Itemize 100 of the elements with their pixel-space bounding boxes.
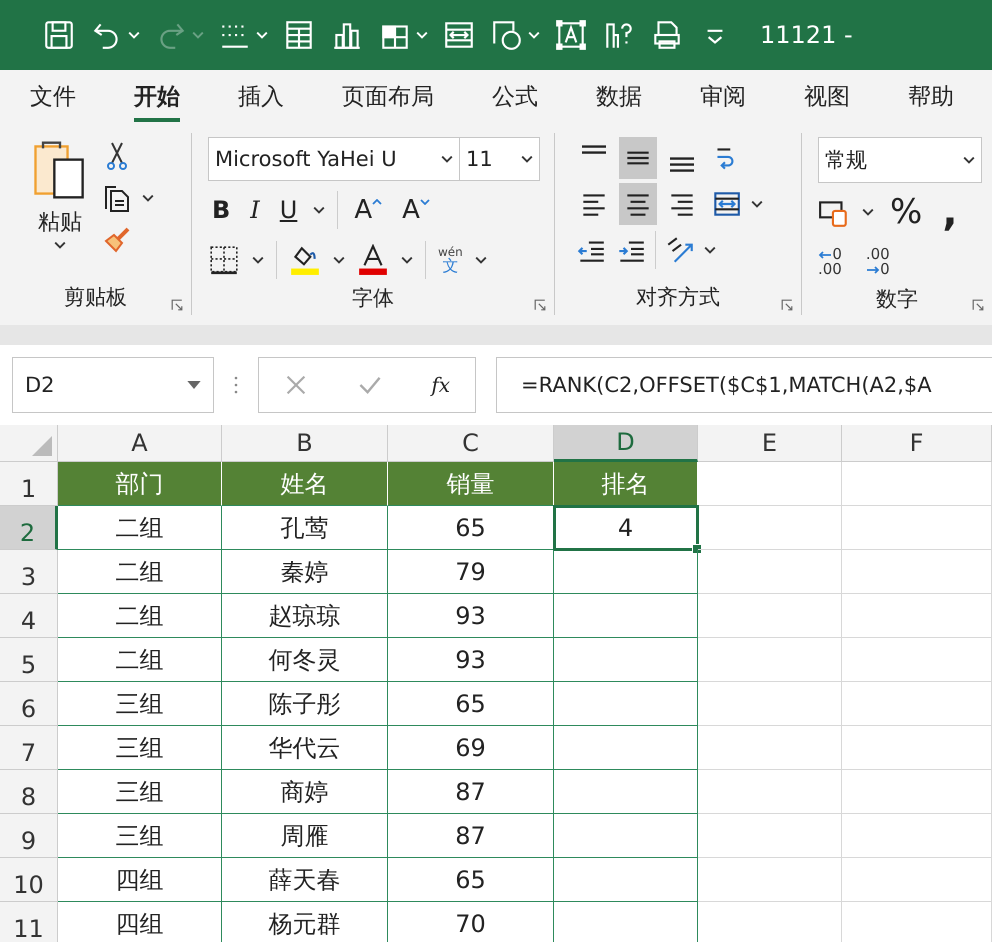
- phonetic-guide-button[interactable]: wén 文: [438, 246, 463, 274]
- header-cell[interactable]: 排名: [554, 462, 698, 506]
- toolbar-icon[interactable]: [42, 18, 76, 52]
- paintbrush-icon[interactable]: [102, 225, 132, 255]
- column-header[interactable]: B: [222, 425, 388, 462]
- active-cell[interactable]: 4: [554, 506, 698, 550]
- table-cell[interactable]: [554, 682, 698, 726]
- table-cell[interactable]: 三组: [58, 682, 222, 726]
- table-cell[interactable]: 四组: [58, 858, 222, 902]
- caret-icon[interactable]: [252, 256, 264, 264]
- caret-icon[interactable]: [54, 241, 66, 249]
- number-format-dropdown[interactable]: 常规: [818, 137, 982, 183]
- caret-icon[interactable]: [400, 256, 413, 264]
- row-header[interactable]: 10: [0, 858, 58, 902]
- table-cell[interactable]: 周雁: [222, 814, 388, 858]
- fill-handle[interactable]: [692, 544, 702, 554]
- caret-icon[interactable]: [704, 246, 716, 254]
- table-cell[interactable]: 70: [388, 902, 554, 942]
- borders-icon[interactable]: [208, 244, 240, 276]
- toolbar-icon[interactable]: [490, 18, 524, 52]
- table-cell[interactable]: 93: [388, 638, 554, 682]
- insert-function-button[interactable]: fx: [431, 373, 450, 397]
- table-cell[interactable]: 杨元群: [222, 902, 388, 942]
- ribbon-tab[interactable]: 视图: [804, 70, 850, 125]
- formula-field[interactable]: =RANK(C2,OFFSET($C$1,MATCH(A2,$A: [496, 357, 992, 413]
- ribbon-tab[interactable]: 页面布局: [342, 70, 434, 125]
- decrease-font-button[interactable]: A: [398, 195, 434, 225]
- font-name-dropdown[interactable]: Microsoft YaHei U: [208, 137, 460, 181]
- row-header[interactable]: 1: [0, 462, 58, 506]
- fill-color-icon[interactable]: [288, 244, 321, 276]
- table-cell[interactable]: 87: [388, 814, 554, 858]
- copy-icon[interactable]: [102, 183, 132, 213]
- font-style-button[interactable]: U: [276, 196, 302, 224]
- font-size-dropdown[interactable]: 11: [460, 137, 540, 181]
- row-header[interactable]: 2: [0, 506, 58, 550]
- decrease-decimal-button[interactable]: .00 0: [866, 247, 890, 277]
- table-cell[interactable]: 商婷: [222, 770, 388, 814]
- center-button[interactable]: [619, 183, 657, 225]
- ribbon-tab[interactable]: 公式: [492, 70, 538, 125]
- column-header[interactable]: E: [698, 425, 842, 462]
- caret-icon[interactable]: [862, 208, 874, 216]
- row-header[interactable]: 3: [0, 550, 58, 594]
- column-header[interactable]: A: [58, 425, 222, 462]
- font-style-button[interactable]: I: [246, 196, 264, 224]
- caret-icon[interactable]: [963, 156, 975, 164]
- font-style-button[interactable]: B: [208, 196, 234, 224]
- ribbon-tab[interactable]: 文件: [30, 70, 76, 125]
- header-cell[interactable]: 部门: [58, 462, 222, 506]
- font-color-icon[interactable]: [356, 244, 389, 276]
- dialog-launcher-icon[interactable]: [170, 299, 183, 311]
- table-cell[interactable]: 69: [388, 726, 554, 770]
- increase-font-button[interactable]: A: [350, 195, 386, 225]
- table-cell[interactable]: 二组: [58, 506, 222, 550]
- table-cell[interactable]: 孔莺: [222, 506, 388, 550]
- row-header[interactable]: 9: [0, 814, 58, 858]
- percent-button[interactable]: %: [886, 192, 926, 232]
- table-cell[interactable]: 华代云: [222, 726, 388, 770]
- table-cell[interactable]: [554, 770, 698, 814]
- table-cell[interactable]: 秦婷: [222, 550, 388, 594]
- column-header[interactable]: C: [388, 425, 554, 462]
- table-cell[interactable]: 79: [388, 550, 554, 594]
- header-cell[interactable]: 销量: [388, 462, 554, 506]
- table-cell[interactable]: 四组: [58, 902, 222, 942]
- row-header[interactable]: 5: [0, 638, 58, 682]
- caret-icon[interactable]: [142, 194, 154, 202]
- name-box[interactable]: D2: [12, 357, 214, 413]
- dropdown-arrow-icon[interactable]: [187, 381, 201, 389]
- dialog-launcher-icon[interactable]: [781, 299, 793, 311]
- table-cell[interactable]: 三组: [58, 814, 222, 858]
- caret-icon[interactable]: [474, 256, 487, 264]
- dialog-launcher-icon[interactable]: [972, 299, 984, 311]
- table-cell[interactable]: [554, 858, 698, 902]
- row-header[interactable]: 11: [0, 902, 58, 942]
- toolbar-icon[interactable]: [554, 18, 588, 52]
- column-header[interactable]: D: [554, 425, 698, 462]
- table-cell[interactable]: [554, 814, 698, 858]
- header-cell[interactable]: 姓名: [222, 462, 388, 506]
- table-cell[interactable]: 三组: [58, 770, 222, 814]
- table-cell[interactable]: [554, 638, 698, 682]
- more-icon[interactable]: [234, 374, 238, 396]
- caret-icon[interactable]: [751, 200, 763, 208]
- caret-icon[interactable]: [313, 206, 326, 214]
- caret-icon[interactable]: [440, 155, 453, 163]
- paste-button[interactable]: 粘贴: [30, 137, 90, 279]
- middle-align-button[interactable]: [619, 137, 657, 179]
- table-cell[interactable]: [554, 726, 698, 770]
- table-cell[interactable]: 65: [388, 506, 554, 550]
- table-cell[interactable]: [554, 550, 698, 594]
- table-cell[interactable]: [554, 594, 698, 638]
- table-cell[interactable]: 何冬灵: [222, 638, 388, 682]
- table-cell[interactable]: 赵琼琼: [222, 594, 388, 638]
- ribbon-tab[interactable]: 帮助: [908, 70, 954, 125]
- caret-icon[interactable]: [332, 256, 345, 264]
- table-cell[interactable]: 93: [388, 594, 554, 638]
- table-cell[interactable]: 65: [388, 858, 554, 902]
- table-cell[interactable]: 薛天春: [222, 858, 388, 902]
- ribbon-tab[interactable]: 插入: [238, 70, 284, 125]
- row-header[interactable]: 4: [0, 594, 58, 638]
- increase-decimal-button[interactable]: 0 .00: [818, 247, 842, 277]
- table-cell[interactable]: 三组: [58, 726, 222, 770]
